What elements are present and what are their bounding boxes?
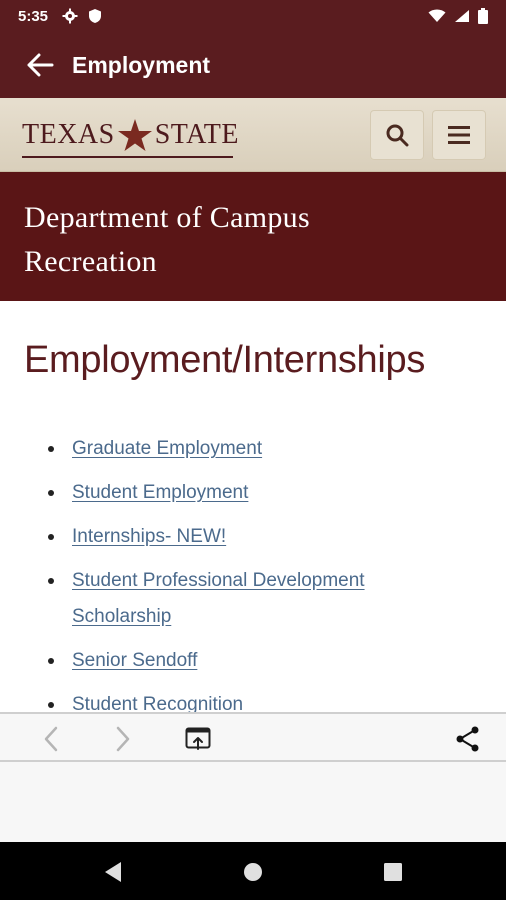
list-item: Internships- NEW! — [48, 519, 468, 555]
department-title[interactable]: Department of Campus Recreation — [24, 196, 482, 284]
list-item: Student Professional Development Scholar… — [48, 563, 468, 635]
share-button[interactable] — [455, 726, 481, 752]
gear-icon — [62, 8, 78, 24]
logo-word-right: STATE — [154, 118, 239, 150]
menu-button[interactable] — [432, 109, 486, 160]
department-banner: Department of Campus Recreation — [0, 172, 506, 301]
share-icon — [456, 726, 479, 752]
search-button[interactable] — [370, 109, 424, 160]
department-title-line1: Department of Campus — [24, 201, 310, 234]
link-professional-development-scholarship[interactable]: Student Professional Development Scholar… — [72, 570, 365, 627]
site-header: TEXAS STATE — [0, 98, 506, 172]
nav-back-icon — [105, 862, 121, 882]
link-student-employment[interactable]: Student Employment — [72, 482, 248, 503]
star-icon — [117, 118, 152, 151]
page-title: Employment/Internships — [24, 339, 426, 381]
logo-underline — [22, 155, 233, 158]
forward-arrow-icon — [116, 726, 130, 752]
link-internships[interactable]: Internships- NEW! — [72, 526, 226, 547]
open-in-browser-button[interactable] — [185, 726, 211, 752]
webview-footer-area — [0, 762, 506, 842]
signal-icon — [455, 10, 469, 22]
page-content: Employment/Internships Graduate Employme… — [0, 301, 506, 712]
department-title-line2: Recreation — [24, 245, 157, 278]
search-icon — [386, 124, 409, 146]
back-button[interactable] — [24, 49, 56, 81]
list-item: Senior Sendoff — [48, 643, 468, 679]
status-bar: 5:35 — [0, 0, 506, 32]
browser-toolbar — [0, 712, 506, 762]
browser-forward-button[interactable] — [110, 726, 136, 752]
list-item: Student Employment — [48, 475, 468, 511]
back-arrow-icon — [44, 726, 58, 752]
link-graduate-employment[interactable]: Graduate Employment — [72, 438, 262, 459]
status-time: 5:35 — [18, 7, 49, 25]
app-bar: Employment — [0, 32, 506, 98]
open-in-browser-icon — [185, 727, 211, 750]
wifi-icon — [428, 9, 446, 22]
back-arrow-icon — [27, 53, 54, 77]
browser-back-button[interactable] — [38, 726, 64, 752]
system-home-button[interactable] — [241, 860, 265, 884]
list-item: Student Recognition — [48, 687, 468, 712]
shield-icon — [89, 9, 102, 23]
link-student-recognition[interactable]: Student Recognition — [72, 694, 243, 712]
system-recents-button[interactable] — [381, 860, 405, 884]
nav-recents-icon — [384, 863, 402, 881]
list-item: Graduate Employment — [48, 431, 468, 467]
menu-icon — [448, 125, 470, 144]
employment-links-list: Graduate Employment Student Employment I… — [48, 431, 468, 712]
screen: 5:35 Employment TEXAS STATE Department o… — [0, 0, 506, 900]
android-navigation-bar — [0, 842, 506, 900]
nav-home-icon — [244, 863, 262, 881]
battery-icon — [478, 8, 488, 24]
logo-word-left: TEXAS — [22, 118, 115, 150]
texas-state-logo[interactable]: TEXAS STATE — [22, 117, 239, 158]
system-back-button[interactable] — [101, 860, 125, 884]
app-title: Employment — [72, 51, 211, 78]
link-senior-sendoff[interactable]: Senior Sendoff — [72, 650, 197, 671]
